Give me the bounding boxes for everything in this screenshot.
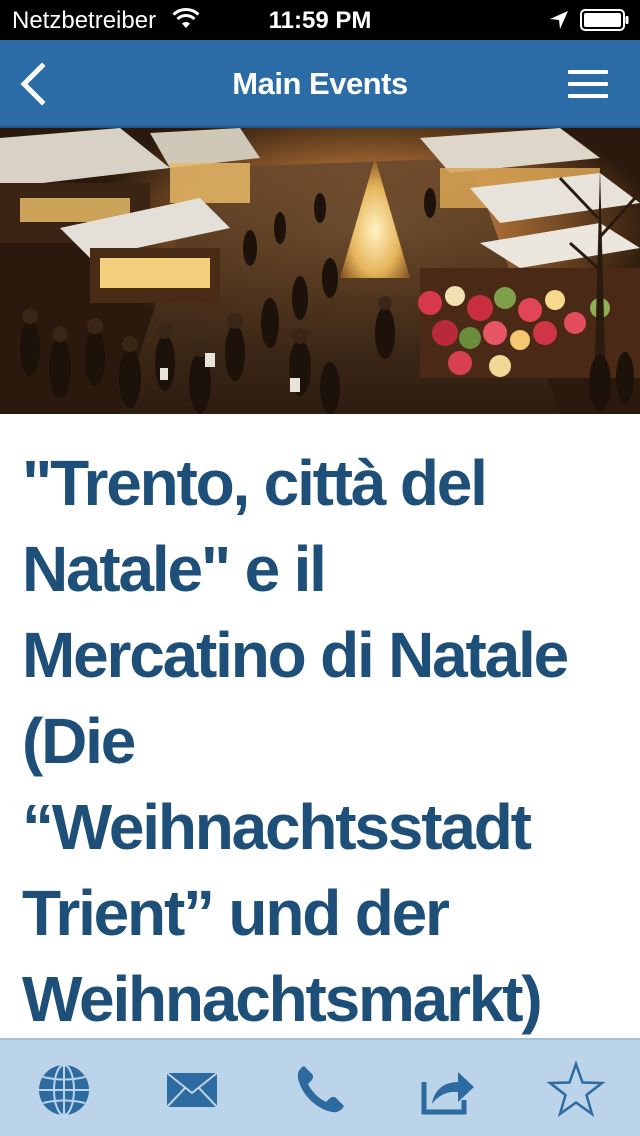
clock: 11:59 PM <box>268 7 372 34</box>
battery-icon <box>580 9 629 31</box>
article-title-line: Mercatino di Natale <box>22 619 569 691</box>
globe-icon[interactable] <box>34 1060 94 1120</box>
article-title-line: “Weihnachtsstadt <box>22 791 532 863</box>
article-title-line: Weihnachtsmarkt) <box>22 963 543 1035</box>
status-bar: Netzbetreiber 11:59 PM <box>0 0 640 40</box>
star-icon[interactable] <box>546 1060 606 1120</box>
article-title-line: "Trento, città del <box>22 447 488 519</box>
christmas-market-photo <box>0 128 640 414</box>
share-icon[interactable] <box>418 1060 478 1120</box>
hamburger-menu-icon[interactable] <box>562 66 614 102</box>
bottom-toolbar <box>0 1038 640 1136</box>
location-arrow-icon <box>550 11 568 29</box>
page-title: Main Events <box>232 66 408 101</box>
navigation-bar: Main Events <box>0 40 640 128</box>
chevron-left-icon[interactable] <box>14 60 54 108</box>
article-title-line: (Die <box>22 705 136 777</box>
hero-image <box>0 128 640 414</box>
article-title-line: Natale" e il <box>22 533 327 605</box>
article-title-line: Trient” und der <box>22 877 450 949</box>
mail-icon[interactable] <box>162 1060 222 1120</box>
article-title: "Trento, città del Natale" e il Mercatin… <box>22 440 622 1042</box>
phone-icon[interactable] <box>290 1060 350 1120</box>
